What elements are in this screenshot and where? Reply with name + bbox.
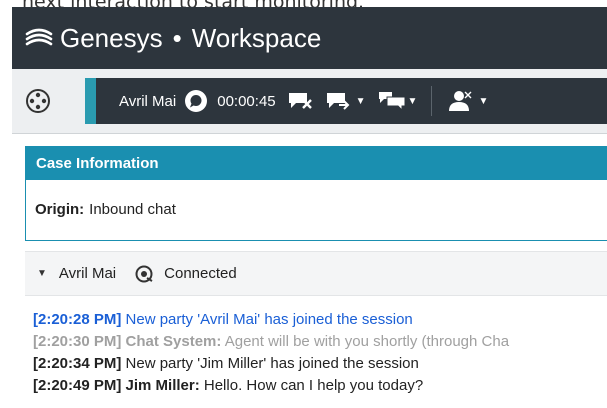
message-text: Agent will be with you shortly (through … (221, 333, 510, 350)
toolbar-divider (431, 86, 433, 116)
conference-chat-icon (378, 92, 406, 112)
message-author: Jim Miller: (121, 377, 200, 394)
genesys-logo-icon (22, 21, 56, 55)
message-text: Hello. How can I help you today? (199, 377, 424, 394)
party-status-row: ▼ Avril Mai Connected (25, 251, 607, 296)
party-action-icon (449, 91, 472, 111)
transcript-message: [2:20:30 PM] Chat System: Agent will be … (33, 331, 607, 353)
transfer-chat-icon (326, 93, 350, 110)
origin-value: Inbound chat (89, 200, 176, 218)
case-information-title: Case Information (26, 147, 607, 180)
origin-label: Origin: (35, 200, 85, 218)
transfer-chat-button[interactable]: ▼ (326, 78, 366, 124)
message-time: [2:20:34 PM] (33, 355, 122, 372)
message-text: New party 'Jim Miller' has joined the se… (121, 355, 419, 372)
case-information-panel: Case Information Origin: Inbound chat (25, 146, 607, 241)
interaction-toolbar: Avril Mai 00:00:45 ▼ ▼ ▼ (12, 69, 607, 134)
case-origin-row: Origin: Inbound chat (26, 180, 607, 238)
transcript-message: [2:20:34 PM] New party 'Jim Miller' has … (33, 353, 607, 375)
party-action-button[interactable]: ▼ (446, 78, 488, 124)
interaction-party-name: Avril Mai (119, 92, 177, 110)
conference-chat-button[interactable]: ▼ (378, 78, 418, 124)
collapse-party-icon[interactable]: ▼ (37, 268, 47, 279)
chat-bubble-icon (184, 89, 208, 113)
chevron-down-icon: ▼ (478, 95, 489, 107)
transcript-message: [2:20:28 PM] New party 'Avril Mai' has j… (33, 309, 607, 331)
message-time: [2:20:49 PM] (33, 377, 122, 394)
party-state: Connected (164, 265, 237, 282)
chevron-down-icon: ▼ (355, 95, 366, 107)
transcript-message: [2:20:49 PM] Jim Miller: Hello. How can … (33, 375, 607, 397)
chat-transcript: [2:20:28 PM] New party 'Avril Mai' has j… (33, 309, 607, 397)
party-name: Avril Mai (58, 265, 117, 282)
chevron-down-icon: ▼ (407, 95, 418, 107)
message-time: [2:20:28 PM] (33, 311, 122, 328)
interaction-accent (85, 78, 96, 124)
app-title: Genesys • Workspace (60, 23, 321, 54)
interaction-bar: Avril Mai 00:00:45 ▼ ▼ ▼ (85, 78, 607, 124)
at-sign-icon (134, 264, 154, 284)
app-header: Genesys • Workspace (12, 7, 607, 69)
message-text: New party 'Avril Mai' has joined the ses… (121, 311, 413, 328)
message-time: [2:20:30 PM] (33, 333, 122, 350)
end-chat-button[interactable] (288, 78, 314, 124)
message-author: Chat System: (121, 333, 222, 350)
brand-name: Genesys (60, 22, 163, 53)
product-name: Workspace (191, 22, 322, 53)
vendor-menu-icon[interactable] (22, 85, 54, 117)
end-chat-icon (288, 93, 312, 109)
interaction-timer: 00:00:45 (217, 92, 276, 110)
title-separator: • (172, 22, 182, 53)
